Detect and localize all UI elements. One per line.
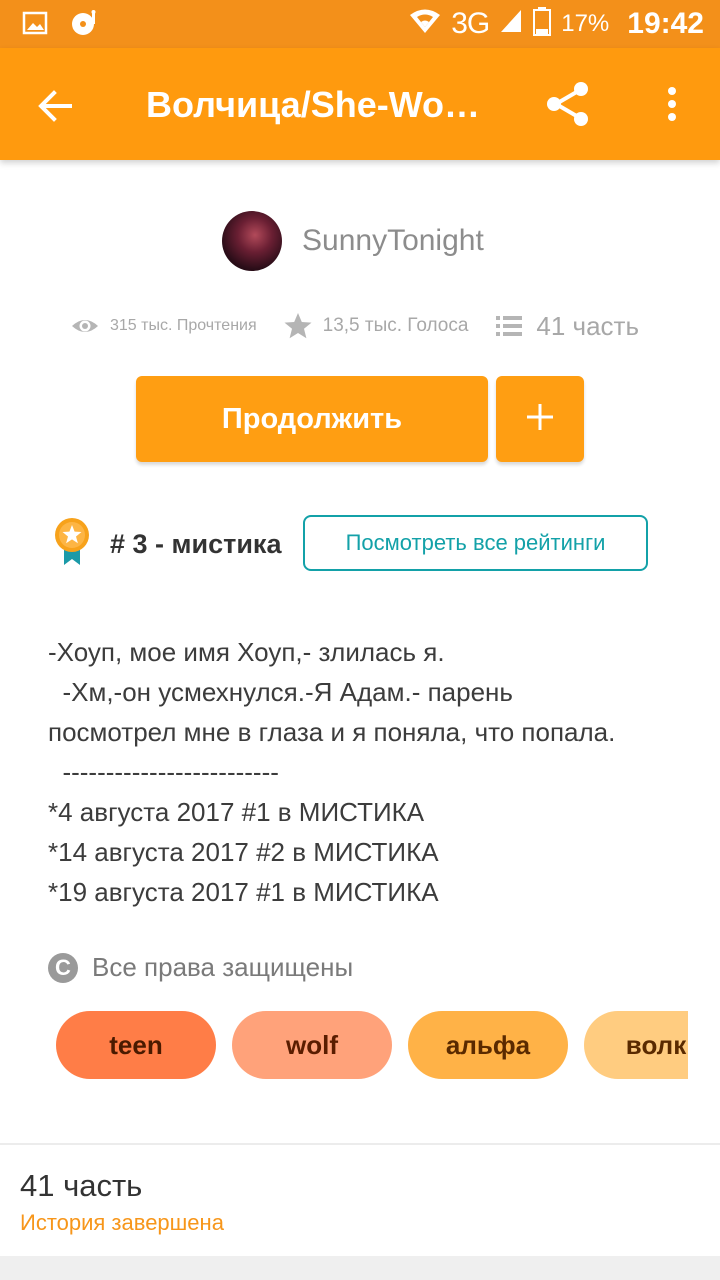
list-icon xyxy=(494,311,524,341)
description-line: посмотрел мне в глаза и я поняла, что по… xyxy=(48,717,616,747)
bottom-band xyxy=(0,1256,720,1280)
story-description: -Хоуп, мое имя Хоуп,- злилась я. -Хм,-он… xyxy=(48,632,688,912)
app-bar: Волчица/She-Wo… xyxy=(0,48,720,160)
description-line: *14 августа 2017 #2 в МИСТИКА xyxy=(48,837,439,867)
story-stats: 315 тыс. Прочтения 13,5 тыс. Голоса 41 ч… xyxy=(70,306,639,346)
battery-percent: 17% xyxy=(561,10,610,37)
tag-list: teen wolf альфа волки xyxy=(56,1011,688,1079)
avatar[interactable] xyxy=(222,211,282,271)
continue-reading-button[interactable]: Продолжить xyxy=(136,376,488,462)
copyright-text: Все права защищены xyxy=(92,952,354,982)
votes-stat: 13,5 тыс. Голоса xyxy=(283,311,469,341)
description-line: *19 августа 2017 #1 в МИСТИКА xyxy=(48,877,439,907)
story-title: Волчица/She-Wo… xyxy=(146,84,481,125)
tag-chip[interactable]: альфа xyxy=(408,1011,568,1079)
divider xyxy=(0,1143,720,1145)
clock: 19:42 xyxy=(627,7,704,40)
tag-chip[interactable]: волки xyxy=(584,1011,688,1079)
medal-icon xyxy=(52,517,92,572)
parts-stat: 41 часть xyxy=(494,311,639,342)
description-line: *4 августа 2017 #1 в МИСТИКА xyxy=(48,797,425,827)
author[interactable]: SunnyTonight xyxy=(222,210,484,272)
story-status: История завершена xyxy=(20,1210,224,1235)
reads-stat: 315 тыс. Прочтения xyxy=(70,311,257,341)
status-bar: 3G 17% 19:42 xyxy=(0,0,720,48)
signal-icon xyxy=(499,8,523,41)
add-to-library-button[interactable] xyxy=(496,376,584,462)
copyright-icon: C xyxy=(48,952,78,983)
disc-icon xyxy=(70,9,100,42)
tag-chip[interactable]: wolf xyxy=(232,1011,392,1079)
plus-icon xyxy=(525,402,555,437)
star-icon xyxy=(283,311,313,341)
network-type: 3G xyxy=(451,7,490,40)
reads-count: 315 тыс. Прочтения xyxy=(110,317,257,334)
author-name[interactable]: SunnyTonight xyxy=(302,224,484,258)
parts-count-stat: 41 часть xyxy=(536,310,640,341)
more-vert-icon[interactable] xyxy=(650,82,694,126)
image-icon xyxy=(22,10,48,41)
ranking: # 3 - мистика xyxy=(52,516,281,572)
back-arrow-icon[interactable] xyxy=(34,84,78,128)
description-line: -Хоуп, мое имя Хоуп,- злилась я. xyxy=(48,637,445,667)
rank-text: # 3 - мистика xyxy=(110,528,282,559)
eye-icon xyxy=(70,311,100,341)
description-line: ------------------------- xyxy=(48,757,279,787)
footer-parts-count[interactable]: 41 часть xyxy=(20,1168,142,1204)
share-icon[interactable] xyxy=(542,78,594,130)
description-line: -Хм,-он усмехнулся.-Я Адам.- парень xyxy=(48,677,513,707)
votes-count: 13,5 тыс. Голоса xyxy=(322,315,469,336)
view-all-rankings-button[interactable]: Посмотреть все рейтинги xyxy=(303,515,648,571)
tag-chip[interactable]: teen xyxy=(56,1011,216,1079)
battery-icon xyxy=(533,6,552,43)
wifi-icon xyxy=(409,7,441,42)
copyright: C Все права защищены xyxy=(48,952,353,983)
